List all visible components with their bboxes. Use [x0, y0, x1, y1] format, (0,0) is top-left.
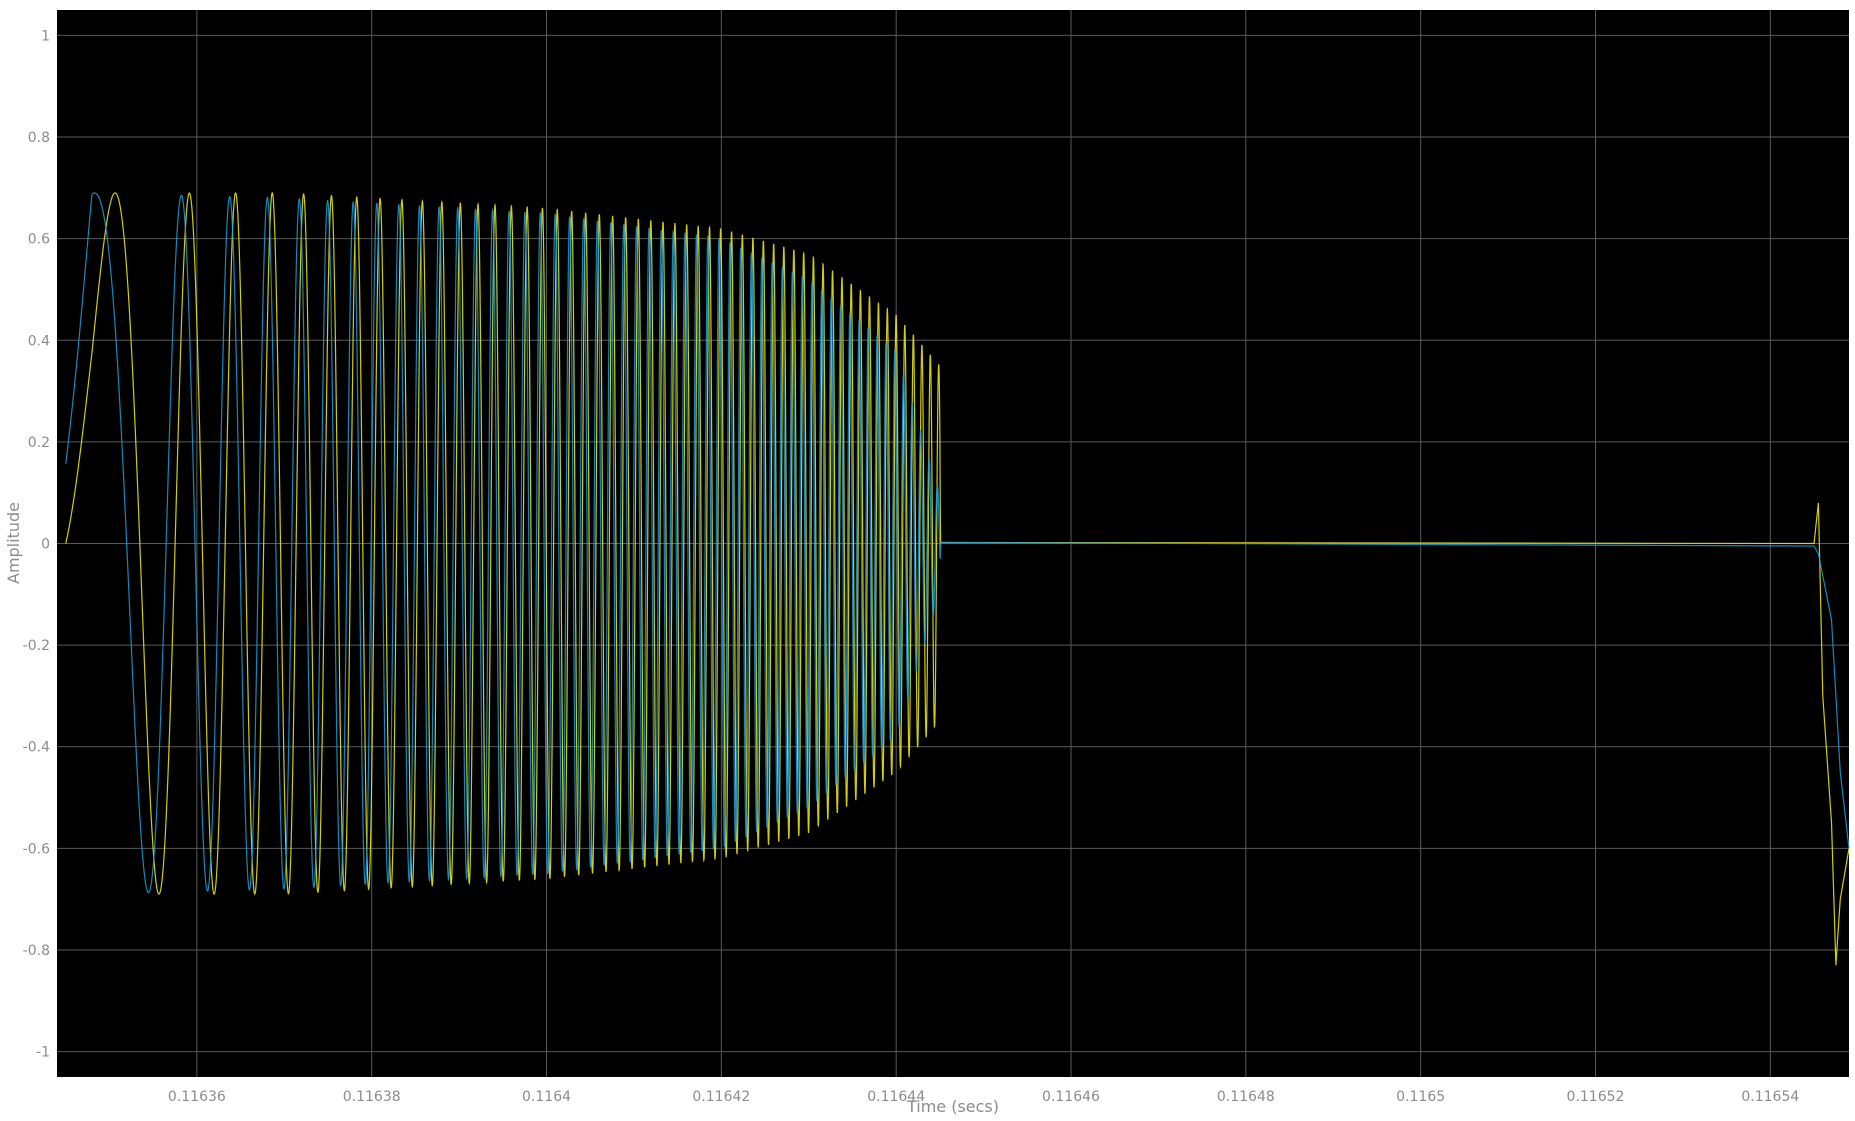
x-tick-label: 0.11636	[168, 1089, 226, 1105]
y-tick-label: -0.2	[23, 638, 50, 654]
y-tick-label: -0.6	[23, 841, 50, 857]
x-axis-label: Time (secs)	[906, 1097, 999, 1116]
x-tick-label: 0.11654	[1741, 1089, 1799, 1105]
x-tick-label: 0.11638	[343, 1089, 401, 1105]
y-tick-label: -0.4	[23, 740, 50, 756]
y-axis-label: Amplitude	[4, 502, 23, 584]
y-tick-label: 0.6	[28, 232, 50, 248]
y-tick-label: 0	[41, 537, 50, 553]
y-tick-labels: 1 0.8 0.6 0.4 0.2 0 -0.2 -0.4 -0.6 -0.8 -1	[23, 28, 50, 1060]
y-tick-label: 0.2	[28, 435, 50, 451]
y-tick-label: 0.4	[28, 333, 50, 349]
y-tick-label: -0.8	[23, 943, 50, 959]
y-tick-label: 0.8	[28, 130, 50, 146]
x-tick-label: 0.1164	[522, 1089, 571, 1105]
y-tick-label: 1	[41, 28, 50, 44]
scope-chart: 0.11636 0.11638 0.1164 0.11642 0.11644 0.1164…	[4, 10, 1850, 1116]
y-tick-label: -1	[36, 1045, 50, 1061]
x-tick-label: 0.11648	[1217, 1089, 1275, 1105]
x-tick-label: 0.1165	[1396, 1089, 1445, 1105]
x-tick-label: 0.11646	[1042, 1089, 1100, 1105]
x-tick-label: 0.11642	[692, 1089, 750, 1105]
x-tick-label: 0.11652	[1567, 1089, 1625, 1105]
